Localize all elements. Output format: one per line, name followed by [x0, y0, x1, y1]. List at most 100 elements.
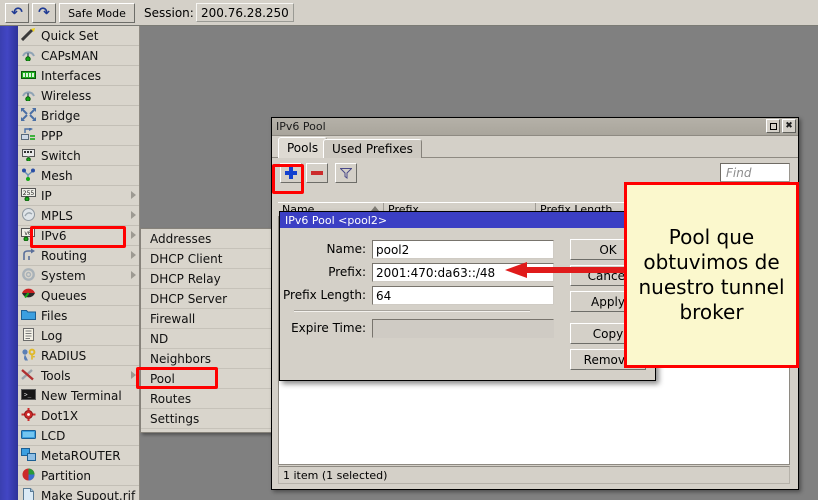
field-name: Name: pool2 — [280, 239, 554, 259]
undo-button[interactable]: ↶ — [5, 3, 29, 23]
sidebar-item-label: New Terminal — [41, 389, 122, 403]
sidebar-item-dot1x[interactable]: Dot1X — [18, 406, 139, 426]
submenu-item-nd[interactable]: ND — [141, 329, 272, 349]
sidebar-item-wireless[interactable]: Wireless — [18, 86, 139, 106]
sidebar-item-label: Quick Set — [41, 29, 98, 43]
submenu-item-neighbors[interactable]: Neighbors — [141, 349, 272, 369]
main-menu[interactable]: Quick Set CAPsMAN Interfaces Wireless Bridge… — [18, 26, 140, 500]
safe-mode-button[interactable]: Safe Mode — [59, 3, 135, 23]
tab-pools[interactable]: Pools — [278, 137, 327, 158]
metarouter-icon — [21, 448, 38, 463]
chevron-right-icon — [131, 231, 136, 239]
partition-icon — [21, 468, 38, 483]
file-icon — [21, 488, 38, 500]
annotation-callout: Pool que obtuvimos de nuestro tunnel bro… — [624, 182, 799, 368]
ppp-icon — [21, 128, 38, 143]
routing-icon — [21, 248, 38, 263]
redo-arrow-icon: ↷ — [38, 6, 50, 20]
sidebar-item-label: System — [41, 269, 86, 283]
field-prefix-label: Prefix: — [280, 265, 372, 279]
funnel-icon — [340, 168, 352, 179]
sidebar-item-label: MetaROUTER — [41, 449, 121, 463]
left-arrow-icon — [505, 262, 625, 278]
submenu-item-firewall[interactable]: Firewall — [141, 309, 272, 329]
name-input[interactable]: pool2 — [372, 240, 554, 259]
top-toolbar: ↶ ↷ Safe Mode Session: 200.76.28.250 — [0, 0, 818, 26]
sidebar-item-system[interactable]: System — [18, 266, 139, 286]
find-input[interactable]: Find — [720, 163, 790, 182]
dot1x-icon — [21, 408, 38, 423]
chevron-right-icon — [131, 251, 136, 259]
sidebar-item-quick-set[interactable]: Quick Set — [18, 26, 139, 46]
lcd-icon — [21, 428, 38, 443]
ipv6-submenu[interactable]: AddressesDHCP ClientDHCP RelayDHCP Serve… — [140, 228, 273, 433]
remove-pool-button[interactable] — [306, 163, 328, 183]
submenu-item-settings[interactable]: Settings — [141, 409, 272, 429]
radius-key-icon — [21, 348, 38, 363]
sidebar-item-routing[interactable]: Routing — [18, 246, 139, 266]
antenna-icon — [21, 48, 38, 63]
sidebar-item-tools[interactable]: Tools — [18, 366, 139, 386]
close-icon[interactable]: ✖ — [782, 119, 796, 133]
session-address[interactable]: 200.76.28.250 — [196, 3, 294, 22]
gear-icon — [21, 268, 38, 283]
sidebar-item-ip[interactable]: 255IP — [18, 186, 139, 206]
switch-icon — [21, 148, 38, 163]
submenu-item-dhcp-server[interactable]: DHCP Server — [141, 289, 272, 309]
sidebar-item-mesh[interactable]: Mesh — [18, 166, 139, 186]
folder-icon — [21, 308, 38, 323]
redo-button[interactable]: ↷ — [32, 3, 56, 23]
sidebar-item-label: Tools — [41, 369, 71, 383]
ip-255-icon: 255 — [21, 188, 38, 203]
sidebar-item-radius[interactable]: RADIUS — [18, 346, 139, 366]
winbox-window: ↶ ↷ Safe Mode Session: 200.76.28.250 OS … — [0, 0, 818, 500]
pool-tabs: Pools Used Prefixes — [272, 136, 798, 158]
sidebar-item-log[interactable]: Log — [18, 326, 139, 346]
ipv6-pool-dialog: IPv6 Pool <pool2> ✖ Name: pool2 Prefix: … — [279, 211, 656, 381]
submenu-item-dhcp-relay[interactable]: DHCP Relay — [141, 269, 272, 289]
prefix-length-input[interactable]: 64 — [372, 286, 554, 305]
sidebar-item-capsman[interactable]: CAPsMAN — [18, 46, 139, 66]
sidebar-item-queues[interactable]: Queues — [18, 286, 139, 306]
session-label: Session: — [144, 6, 194, 20]
mesh-icon — [21, 168, 38, 183]
sidebar-item-make-supout-rif[interactable]: Make Supout.rif — [18, 486, 139, 500]
highlight-add-button — [272, 164, 304, 194]
sidebar-item-label: Log — [41, 329, 62, 343]
sidebar-item-metarouter[interactable]: MetaROUTER — [18, 446, 139, 466]
sidebar-item-partition[interactable]: Partition — [18, 466, 139, 486]
queues-icon — [21, 288, 38, 303]
mpls-icon — [21, 208, 38, 223]
tab-used-prefixes[interactable]: Used Prefixes — [323, 139, 422, 158]
tools-icon — [21, 368, 38, 383]
sidebar-item-files[interactable]: Files — [18, 306, 139, 326]
ipv6-pool-title: IPv6 Pool — [276, 120, 326, 133]
filter-button[interactable] — [335, 163, 357, 183]
sidebar-item-label: Interfaces — [41, 69, 101, 83]
sidebar-item-switch[interactable]: Switch — [18, 146, 139, 166]
winbox-brand-strip: OS WinBox — [0, 26, 18, 500]
sidebar-item-mpls[interactable]: MPLS — [18, 206, 139, 226]
ipv6-pool-titlebar[interactable]: IPv6 Pool ✖ — [272, 118, 798, 136]
submenu-item-routes[interactable]: Routes — [141, 389, 272, 409]
field-prefix-length: Prefix Length: 64 — [280, 285, 554, 305]
sidebar-item-label: Files — [41, 309, 67, 323]
dialog-title: IPv6 Pool <pool2> — [285, 214, 387, 227]
submenu-item-dhcp-client[interactable]: DHCP Client — [141, 249, 272, 269]
sidebar-item-label: PPP — [41, 129, 63, 143]
sidebar-item-ppp[interactable]: PPP — [18, 126, 139, 146]
sidebar-item-label: Make Supout.rif — [41, 489, 135, 500]
sidebar-item-label: LCD — [41, 429, 65, 443]
dialog-titlebar[interactable]: IPv6 Pool <pool2> ✖ — [280, 212, 655, 228]
sidebar-item-label: Bridge — [41, 109, 80, 123]
sidebar-item-new-terminal[interactable]: >_New Terminal — [18, 386, 139, 406]
field-name-label: Name: — [280, 242, 372, 256]
sidebar-item-interfaces[interactable]: Interfaces — [18, 66, 139, 86]
field-expire-time: Expire Time: — [280, 318, 554, 338]
maximize-icon[interactable] — [766, 119, 780, 133]
board-icon — [21, 68, 38, 83]
sidebar-item-bridge[interactable]: Bridge — [18, 106, 139, 126]
submenu-item-addresses[interactable]: Addresses — [141, 229, 272, 249]
expire-time-input[interactable] — [372, 319, 554, 338]
sidebar-item-lcd[interactable]: LCD — [18, 426, 139, 446]
